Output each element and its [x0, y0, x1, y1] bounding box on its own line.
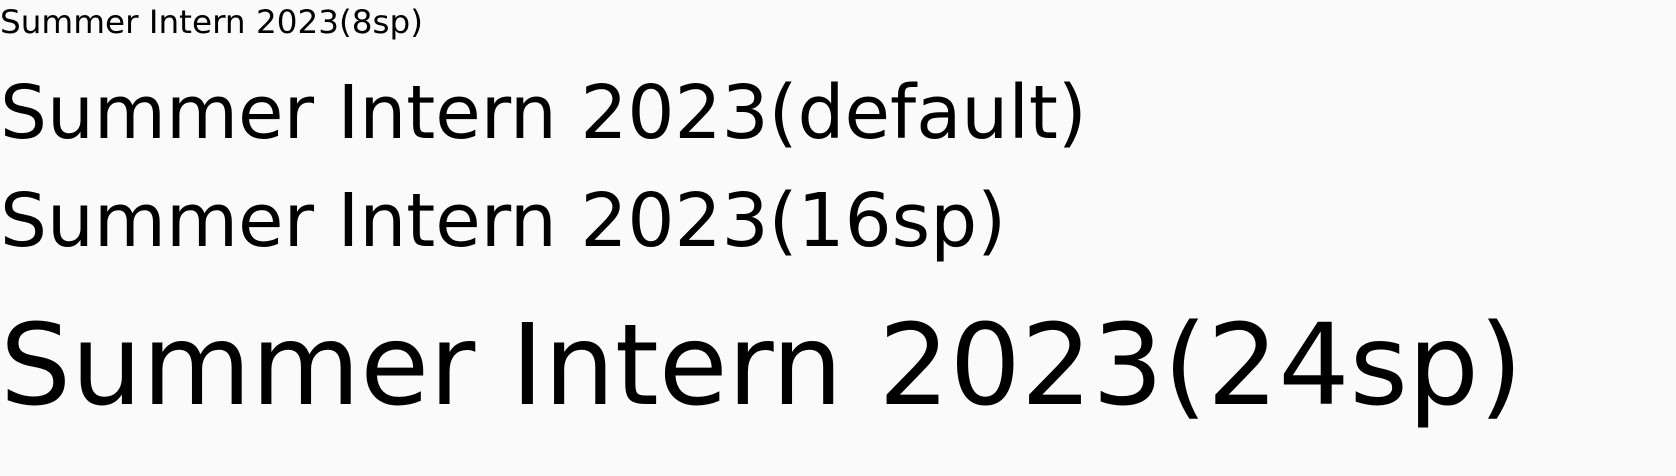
sample-text-16sp: Summer Intern 2023(16sp) — [0, 178, 1007, 264]
sample-text-24sp: Summer Intern 2023(24sp) — [0, 301, 1523, 431]
sample-text-default: Summer Intern 2023(default) — [0, 70, 1087, 156]
sample-text-8sp: Summer Intern 2023(8sp) — [0, 3, 423, 41]
text-size-sample-screen: Summer Intern 2023(8sp) Summer Intern 20… — [0, 0, 1676, 476]
